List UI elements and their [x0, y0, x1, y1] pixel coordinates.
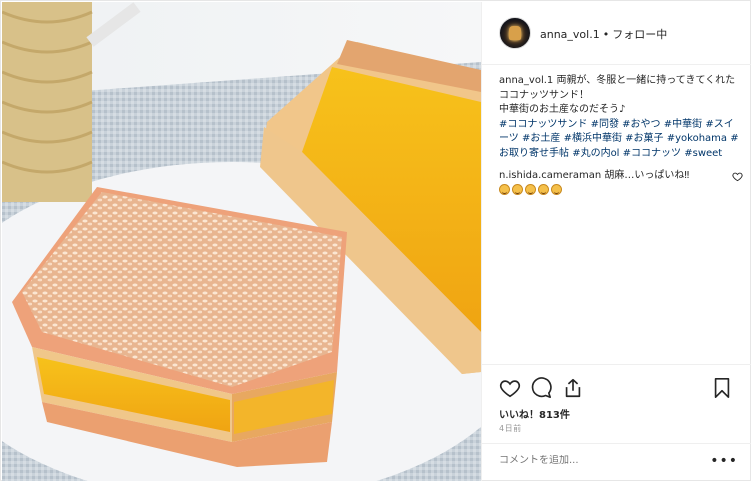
post-header: anna_vol.1 • フォロー中 — [482, 2, 751, 65]
hashtag-list: #ココナッツサンド #同發 #おやつ #中華街 #スイーツ #お土産 #横浜中華… — [499, 119, 739, 159]
add-comment-input[interactable] — [499, 455, 699, 466]
post-photo[interactable] — [2, 2, 481, 481]
hashtag-link[interactable]: #横浜中華街 — [564, 133, 622, 144]
caption: anna_vol.1 両親が、冬服と一緒に持ってきてくれたココナッツサンド！ 中… — [499, 74, 743, 161]
share-icon[interactable] — [562, 377, 584, 399]
hashtag-link[interactable]: #同發 — [591, 119, 619, 130]
comment-username[interactable]: n.ishida.cameraman — [499, 170, 601, 181]
smiley-emoji-icon — [499, 183, 510, 195]
hashtag-link[interactable]: #お土産 — [522, 133, 560, 144]
post-dialog: anna_vol.1 • フォロー中 anna_vol.1 両親が、冬服と一緒に持っ… — [0, 0, 751, 481]
hashtag-link[interactable]: #丸の内ol — [572, 148, 619, 159]
hashtag-link[interactable]: #ココナッツ — [623, 148, 681, 159]
comment-heart-icon[interactable] — [732, 171, 743, 182]
coconut-sandwich-photo — [2, 2, 481, 481]
comment-emojis — [499, 183, 564, 197]
comment-text: 胡麻…いっぱいね‼ — [601, 170, 690, 181]
caption-username[interactable]: anna_vol.1 — [499, 75, 553, 86]
smiley-emoji-icon — [538, 183, 549, 195]
comment-item: n.ishida.cameraman 胡麻…いっぱいね‼ — [499, 169, 743, 199]
header-username[interactable]: anna_vol.1 — [540, 28, 600, 41]
follow-status-button[interactable]: フォロー中 — [612, 28, 667, 41]
caption-text-2: 中華街のお土産なのだそう♪ — [499, 104, 626, 115]
comment-bubble-icon[interactable] — [530, 377, 552, 399]
comments-list: anna_vol.1 両親が、冬服と一緒に持ってきてくれたココナッツサンド！ 中… — [499, 74, 743, 199]
bookmark-icon[interactable] — [711, 377, 733, 399]
hashtag-link[interactable]: #中華街 — [664, 119, 702, 130]
smiley-emoji-icon — [525, 183, 536, 195]
avatar[interactable] — [499, 17, 531, 49]
likes-count[interactable]: いいね！813件 — [499, 406, 570, 421]
hashtag-link[interactable]: #yokohama — [667, 133, 727, 144]
avatar-image — [509, 26, 521, 40]
hashtag-link[interactable]: #おやつ — [622, 119, 660, 130]
more-options-button[interactable]: ••• — [710, 453, 738, 469]
smiley-emoji-icon — [512, 183, 523, 195]
post-date[interactable]: 4日前 — [499, 423, 522, 434]
hashtag-link[interactable]: #sweet — [684, 148, 722, 159]
hashtag-link[interactable]: #ココナッツサンド — [499, 119, 587, 130]
post-side-panel: anna_vol.1 • フォロー中 anna_vol.1 両親が、冬服と一緒に持っ… — [481, 2, 751, 481]
smiley-emoji-icon — [551, 183, 562, 195]
add-comment-bar: ••• — [482, 443, 751, 481]
header-text: anna_vol.1 • フォロー中 — [540, 26, 667, 42]
hashtag-link[interactable]: #お菓子 — [625, 133, 663, 144]
post-actions: いいね！813件 4日前 ••• — [482, 364, 751, 474]
header-separator: • — [602, 28, 610, 41]
heart-icon[interactable] — [499, 377, 521, 399]
